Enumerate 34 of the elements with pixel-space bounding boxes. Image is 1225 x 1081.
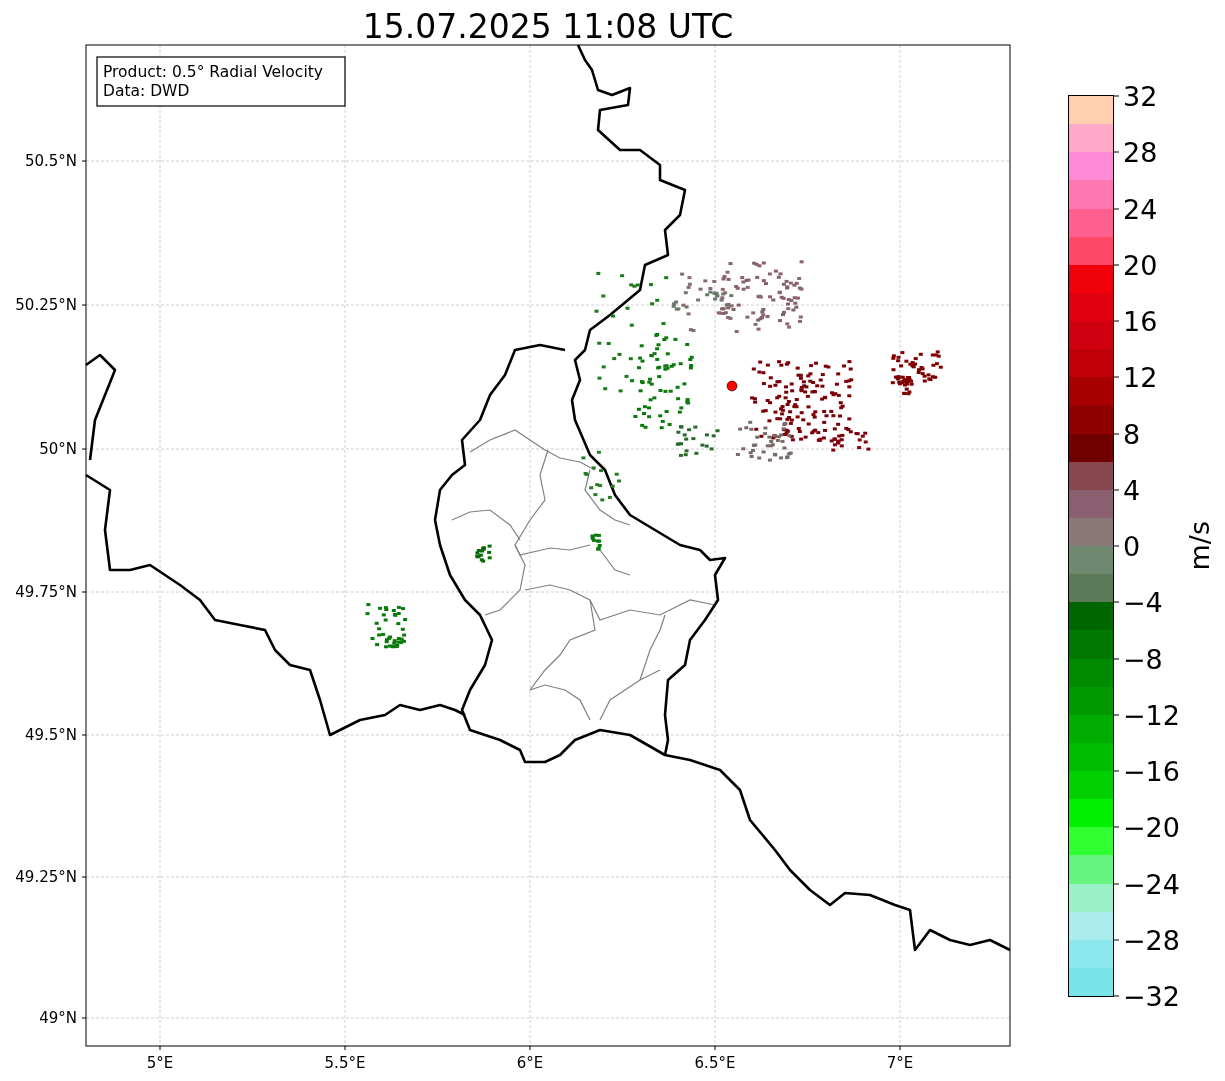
latitude-label: 49.5°N: [24, 726, 77, 744]
latitude-label: 50°N: [39, 440, 77, 458]
longitude-label: 5.5°E: [324, 1054, 366, 1072]
colorbar-tick-label: 24: [1123, 195, 1158, 222]
colorbar-tick-label: −28: [1123, 926, 1180, 954]
colorbar-unit-label: m/s: [1184, 521, 1215, 571]
latitude-label: 50.25°N: [15, 296, 77, 314]
longitude-label: 5°E: [146, 1054, 174, 1072]
latitude-label: 49.75°N: [15, 583, 77, 601]
colorbar-tick-label: 12: [1123, 363, 1158, 391]
colorbar-tick-label: −16: [1123, 757, 1180, 785]
longitude-label: 7°E: [886, 1054, 914, 1072]
colorbar-tick-label: 0: [1123, 532, 1141, 560]
colorbar-tick-label: 20: [1123, 251, 1158, 279]
colorbar-tick-label: 16: [1123, 307, 1158, 335]
colorbar-tick-label: −32: [1123, 982, 1180, 1010]
latitude-label: 50.5°N: [24, 152, 77, 170]
colorbar-tick-label: −12: [1123, 701, 1180, 729]
latitude-label: 49°N: [39, 1009, 77, 1027]
colorbar-tick-label: 8: [1123, 420, 1141, 447]
colorbar-tick-label: 32: [1123, 82, 1158, 110]
colorbar-tick-label: 4: [1123, 476, 1141, 504]
map-title: 15.07.2025 11:08 UTC: [362, 7, 734, 46]
colorbar-tick-label: −4: [1123, 588, 1163, 616]
radar-site-marker: [726, 380, 738, 392]
info-text: Product: 0.5° Radial Velocity: [103, 63, 323, 81]
longitude-label: 6°E: [516, 1054, 544, 1072]
latitude-label: 49.25°N: [15, 868, 77, 886]
colorbar-tick-label: 28: [1123, 138, 1158, 166]
colorbar-tick-label: −20: [1123, 813, 1180, 841]
colorbar-tick-label: −8: [1123, 645, 1163, 672]
longitude-label: 6.5°E: [694, 1054, 736, 1072]
colorbar-tick-label: −24: [1123, 870, 1180, 897]
info-text: Data: DWD: [103, 82, 190, 100]
